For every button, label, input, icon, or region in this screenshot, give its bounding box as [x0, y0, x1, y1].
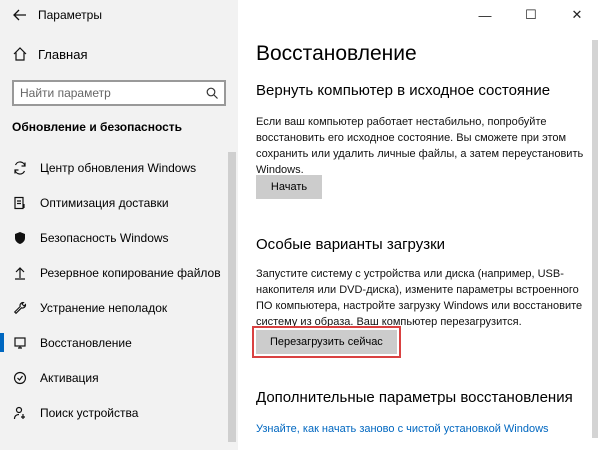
reset-heading: Вернуть компьютер в исходное состояние: [256, 82, 551, 99]
home-icon: [12, 46, 28, 62]
sidebar-item-find-device[interactable]: Поиск устройства: [0, 395, 238, 430]
reset-description: Если ваш компьютер работает нестабильно,…: [256, 116, 584, 176]
restart-now-button[interactable]: Перезагрузить сейчас: [252, 326, 401, 358]
clean-install-link[interactable]: Узнайте, как начать заново с чистой уста…: [256, 423, 549, 435]
search-input[interactable]: [14, 85, 200, 101]
sidebar-item-label: Центр обновления Windows: [40, 160, 197, 175]
sidebar-item-windows-security[interactable]: Безопасность Windows: [0, 220, 238, 255]
sidebar-scrollbar[interactable]: [228, 152, 236, 442]
back-button[interactable]: [6, 0, 34, 30]
sidebar-item-label: Поиск устройства: [40, 405, 139, 420]
recovery-icon: [12, 335, 28, 351]
sidebar: Параметры Главная Обновление и безопасно…: [0, 0, 238, 450]
sidebar-item-label: Активация: [40, 370, 99, 385]
sidebar-item-troubleshoot[interactable]: Устранение неполадок: [0, 290, 238, 325]
search-box[interactable]: [12, 80, 226, 106]
sidebar-item-delivery-optimization[interactable]: Оптимизация доставки: [0, 185, 238, 220]
settings-window: Параметры Главная Обновление и безопасно…: [0, 0, 600, 450]
maximize-button[interactable]: ☐: [508, 0, 554, 30]
advanced-startup-description: Запустите систему с устройства или диска…: [256, 268, 583, 328]
arrow-left-icon: [13, 9, 26, 21]
sidebar-item-label: Резервное копирование файлов: [40, 265, 221, 280]
active-indicator: [0, 333, 4, 352]
sidebar-nav: Центр обновления Windows Оптимизация дос…: [0, 150, 238, 430]
sync-icon: [12, 160, 28, 176]
sidebar-item-label: Оптимизация доставки: [40, 195, 169, 210]
app-title: Параметры: [38, 8, 102, 22]
sidebar-item-activation[interactable]: Активация: [0, 360, 238, 395]
window-controls: — ☐ ✕: [462, 0, 600, 30]
activation-check-icon: [12, 370, 28, 386]
maximize-icon: ☐: [525, 7, 537, 22]
close-icon: ✕: [571, 7, 583, 22]
main-scrollbar[interactable]: [592, 40, 598, 438]
shield-icon: [12, 230, 28, 246]
home-label: Главная: [38, 46, 88, 62]
search-icon[interactable]: [200, 87, 224, 99]
sidebar-item-label: Восстановление: [40, 335, 132, 350]
sidebar-item-label: Устранение неполадок: [40, 300, 168, 315]
sidebar-item-windows-update[interactable]: Центр обновления Windows: [0, 150, 238, 185]
minimize-button[interactable]: —: [462, 0, 508, 30]
home-link[interactable]: Главная: [12, 46, 87, 62]
section-heading: Обновление и безопасность: [12, 120, 183, 134]
delivery-optimization-icon: [12, 195, 28, 211]
person-locate-icon: [12, 405, 28, 421]
backup-arrow-icon: [12, 265, 28, 281]
title-bar: Параметры: [0, 0, 238, 30]
close-button[interactable]: ✕: [554, 0, 600, 30]
minimize-icon: —: [478, 7, 492, 23]
sidebar-item-label: Безопасность Windows: [40, 230, 169, 245]
start-button[interactable]: Начать: [256, 175, 322, 199]
sidebar-item-backup[interactable]: Резервное копирование файлов: [0, 255, 238, 290]
more-options-heading: Дополнительные параметры восстановления: [256, 389, 573, 406]
main-content: — ☐ ✕ Восстановление Вернуть компьютер в…: [238, 0, 600, 450]
wrench-icon: [12, 300, 28, 316]
sidebar-item-recovery[interactable]: Восстановление: [0, 325, 238, 360]
advanced-startup-heading: Особые варианты загрузки: [256, 236, 446, 253]
page-title: Восстановление: [256, 42, 417, 65]
